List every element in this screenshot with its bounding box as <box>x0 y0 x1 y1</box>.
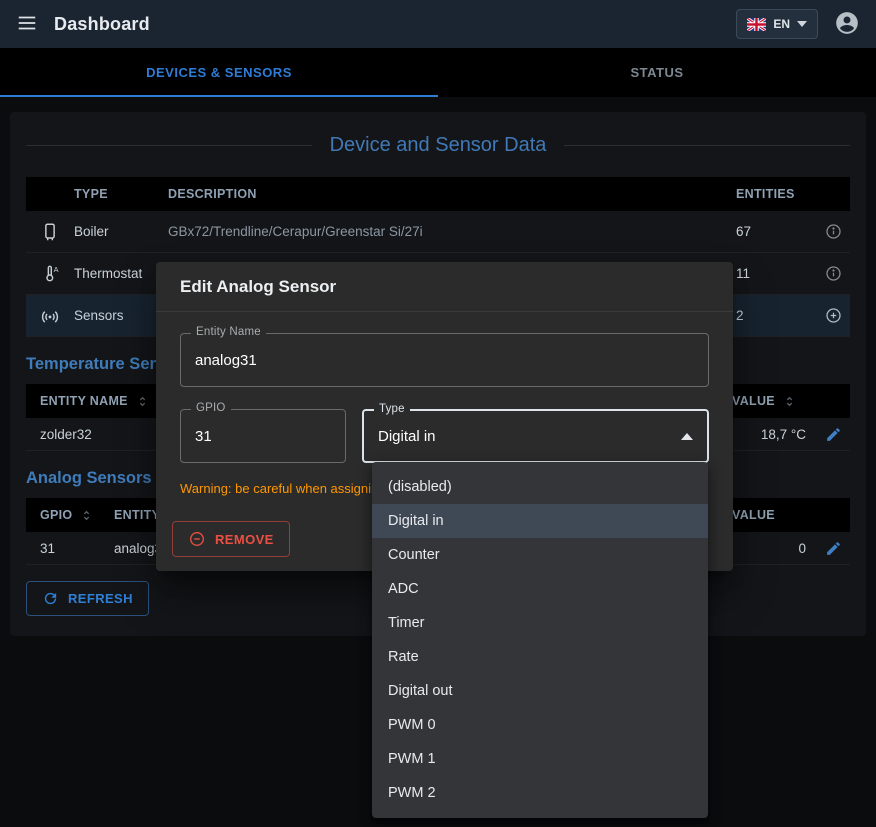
boiler-icon <box>26 221 74 243</box>
sort-icon <box>80 509 93 522</box>
refresh-label: REFRESH <box>68 591 133 606</box>
col-value-label: VALUE <box>732 394 775 408</box>
entity-name-field[interactable]: Entity Name analog31 <box>180 333 709 387</box>
chevron-down-icon <box>797 21 807 27</box>
svg-text:A: A <box>54 265 59 274</box>
table-row-boiler[interactable]: Boiler GBx72/Trendline/Cerapur/Greenstar… <box>26 211 850 253</box>
page-title: Dashboard <box>54 14 150 35</box>
tab-devices-sensors[interactable]: DEVICES & SENSORS <box>0 48 438 97</box>
refresh-button[interactable]: REFRESH <box>26 581 149 616</box>
tab-status-label: STATUS <box>630 65 683 80</box>
gpio-label: GPIO <box>191 402 231 414</box>
menu-option-digital-out[interactable]: Digital out <box>372 674 708 708</box>
menu-option-rate[interactable]: Rate <box>372 640 708 674</box>
edit-pencil-icon[interactable] <box>816 426 850 443</box>
sensor-gpio: 31 <box>26 541 114 556</box>
language-selector[interactable]: EN <box>736 9 818 39</box>
menu-option-pwm-1[interactable]: PWM 1 <box>372 742 708 776</box>
col-description: DESCRIPTION <box>168 187 708 201</box>
menu-option-digital-in[interactable]: Digital in <box>372 504 708 538</box>
device-type: Sensors <box>74 308 168 323</box>
sensors-icon <box>26 305 74 327</box>
info-icon[interactable] <box>816 222 850 241</box>
type-value: Digital in <box>378 428 681 445</box>
menu-button[interactable] <box>12 8 42 41</box>
account-button[interactable] <box>830 6 864 43</box>
section-title-text: Device and Sensor Data <box>330 134 547 157</box>
language-label: EN <box>773 17 790 31</box>
tab-bar: DEVICES & SENSORS STATUS <box>0 48 876 97</box>
divider <box>564 145 850 146</box>
entity-name-value: analog31 <box>195 352 257 369</box>
remove-label: REMOVE <box>215 532 274 547</box>
add-circle-icon[interactable] <box>816 306 850 325</box>
type-select[interactable]: Type Digital in <box>362 409 709 463</box>
col-entity-name-label: ENTITY NAME <box>40 394 128 408</box>
gpio-field[interactable]: GPIO 31 <box>180 409 346 463</box>
field-row: GPIO 31 Type Digital in <box>180 409 709 463</box>
tab-devices-sensors-label: DEVICES & SENSORS <box>146 65 292 80</box>
sort-icon <box>136 395 149 408</box>
menu-option-timer[interactable]: Timer <box>372 606 708 640</box>
refresh-icon <box>42 590 59 607</box>
menu-option-pwm-2[interactable]: PWM 2 <box>372 776 708 810</box>
divider <box>26 145 312 146</box>
entity-name-label: Entity Name <box>191 326 266 338</box>
remove-button[interactable]: REMOVE <box>172 521 290 557</box>
edit-pencil-icon[interactable] <box>816 540 850 557</box>
type-label: Type <box>374 403 410 415</box>
device-type: Boiler <box>74 224 168 239</box>
device-type: Thermostat <box>74 266 168 281</box>
chevron-up-icon <box>681 433 693 440</box>
remove-circle-icon <box>188 530 206 548</box>
device-entities: 67 <box>708 224 816 239</box>
device-description: GBx72/Trendline/Cerapur/Greenstar Si/27i <box>168 224 708 239</box>
thermostat-icon: A <box>26 263 74 285</box>
menu-option-pwm-0[interactable]: PWM 0 <box>372 708 708 742</box>
col-type: TYPE <box>74 187 168 201</box>
uk-flag-icon <box>747 18 766 31</box>
col-gpio[interactable]: GPIO <box>26 508 114 522</box>
col-entities: ENTITIES <box>708 187 816 201</box>
dialog-title: Edit Analog Sensor <box>156 262 733 312</box>
menu-option-adc[interactable]: ADC <box>372 572 708 606</box>
sort-icon <box>783 395 796 408</box>
type-dropdown-menu: (disabled) Digital in Counter ADC Timer … <box>372 462 708 818</box>
tab-status[interactable]: STATUS <box>438 48 876 97</box>
info-icon[interactable] <box>816 264 850 283</box>
menu-option-disabled[interactable]: (disabled) <box>372 470 708 504</box>
menu-option-counter[interactable]: Counter <box>372 538 708 572</box>
devices-table-header: TYPE DESCRIPTION ENTITIES <box>26 177 850 211</box>
app-bar: Dashboard EN <box>0 0 876 48</box>
col-gpio-label: GPIO <box>40 508 72 522</box>
gpio-value: 31 <box>195 428 212 445</box>
account-circle-icon <box>834 10 860 39</box>
section-title: Device and Sensor Data <box>26 134 850 157</box>
hamburger-icon <box>16 12 38 37</box>
